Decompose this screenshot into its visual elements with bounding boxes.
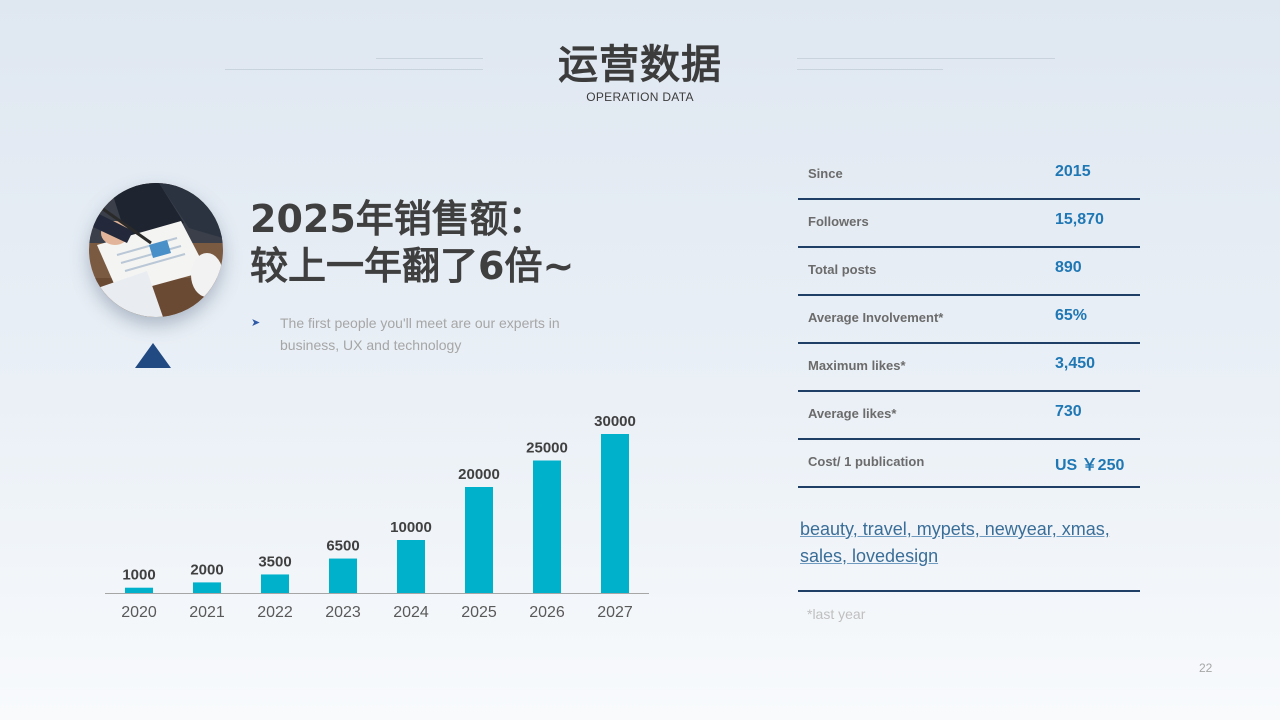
footnote: *last year: [807, 606, 866, 622]
page-title: 运营数据: [558, 42, 722, 88]
bar-2022: [261, 574, 289, 593]
stat-value: 730: [1055, 403, 1082, 420]
sales-bar-chart: 1000 2020 2000 2021 3500 2022 6500 2023 10000 202…: [105, 413, 649, 621]
stat-value: 2015: [1055, 163, 1091, 180]
headline-line-1: 2025年销售额：: [250, 197, 546, 241]
bar-value-label: 30000: [594, 413, 636, 430]
stat-value: 15,870: [1055, 211, 1104, 228]
stat-row: Since 2015: [798, 152, 1140, 200]
stat-value: US ￥250: [1055, 457, 1125, 474]
stat-value: 3,450: [1055, 355, 1096, 372]
x-tick-label: 2027: [597, 604, 633, 621]
tags-divider: [798, 590, 1140, 592]
headline-line-2: 较上一年翻了6倍~: [250, 244, 575, 288]
stat-value: 890: [1055, 259, 1082, 276]
stat-label: Average likes*: [808, 406, 897, 421]
hero-description: The first people you'll meet are our exp…: [280, 315, 560, 353]
bar-value-label: 3500: [258, 553, 291, 570]
stat-row: Followers 15,870: [798, 200, 1140, 248]
bar-value-label: 1000: [122, 567, 155, 584]
page-subtitle: OPERATION DATA: [586, 90, 694, 104]
stat-label: Total posts: [808, 262, 877, 277]
stat-row: Average likes* 730: [798, 392, 1140, 440]
x-tick-label: 2022: [257, 604, 293, 621]
stat-value: 65%: [1055, 307, 1088, 324]
stat-row: Cost/ 1 publication US ￥250: [798, 440, 1140, 488]
stat-label: Followers: [808, 214, 869, 229]
bar-2021: [193, 582, 221, 593]
bar-value-label: 6500: [326, 538, 359, 555]
bar-2020: [125, 587, 153, 593]
bar-2023: [329, 558, 357, 593]
business-photo-illustration: [89, 183, 223, 317]
x-tick-label: 2023: [325, 604, 361, 621]
stat-label: Maximum likes*: [808, 358, 906, 373]
stat-row: Average Involvement* 65%: [798, 296, 1140, 344]
stat-label: Since: [808, 166, 843, 181]
x-tick-label: 2025: [461, 604, 497, 621]
x-tick-label: 2020: [121, 604, 157, 621]
bar-2027: [601, 434, 629, 593]
x-tick-label: 2024: [393, 604, 429, 621]
bar-value-label: 20000: [458, 466, 500, 483]
bar-value-label: 2000: [190, 561, 223, 578]
stat-row: Total posts 890: [798, 248, 1140, 296]
hashtag-list[interactable]: beauty, travel, mypets, newyear, xmas, s…: [800, 516, 1140, 570]
x-tick-label: 2026: [529, 604, 565, 621]
bar-value-label: 10000: [390, 519, 432, 536]
bar-2024: [397, 540, 425, 593]
bar-2025: [465, 487, 493, 593]
page-number: 22: [1199, 661, 1213, 675]
stat-label: Average Involvement*: [808, 310, 944, 325]
bar-value-label: 25000: [526, 440, 568, 457]
triangle-marker: [135, 343, 171, 368]
bar-2026: [533, 460, 561, 593]
x-tick-label: 2021: [189, 604, 225, 621]
sales-headline: 2025年销售额： 较上一年翻了6倍~: [250, 196, 574, 290]
stat-label: Cost/ 1 publication: [808, 454, 925, 469]
stat-row: Maximum likes* 3,450: [798, 344, 1140, 392]
business-photo: [89, 183, 223, 317]
arrow-bullet-icon: ➤: [251, 317, 261, 329]
